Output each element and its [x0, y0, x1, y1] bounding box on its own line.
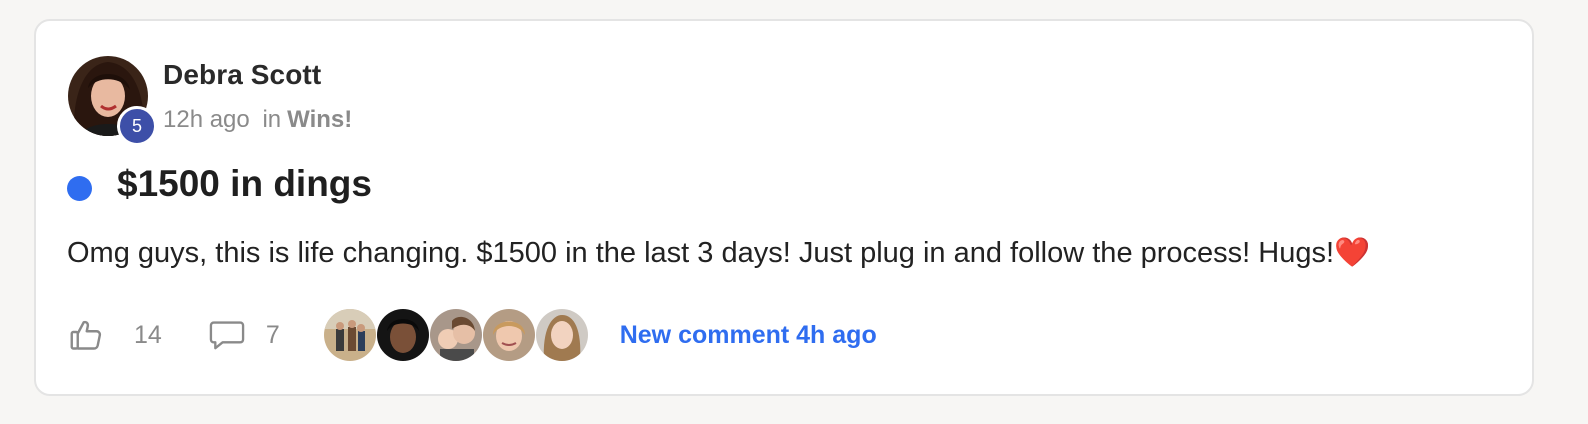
level-badge: 5: [117, 106, 157, 146]
unread-indicator: [67, 176, 92, 201]
like-button[interactable]: 14: [68, 317, 162, 353]
post-category-link[interactable]: Wins!: [287, 106, 352, 133]
commenter-avatar[interactable]: [482, 309, 535, 361]
commenter-avatar[interactable]: [323, 309, 376, 361]
thumbs-up-icon: [68, 317, 104, 353]
comment-bubble-icon: [208, 317, 246, 353]
author-name[interactable]: Debra Scott: [163, 59, 321, 91]
like-count: 14: [134, 320, 162, 349]
comments-button[interactable]: 7: [208, 317, 280, 353]
meta-in-word: in: [262, 106, 282, 133]
post-body: Omg guys, this is life changing. $1500 i…: [67, 237, 1371, 269]
author-avatar-wrap[interactable]: 5: [68, 56, 157, 146]
post-meta: 12h ago in Wins!: [163, 106, 352, 134]
new-comment-link[interactable]: New comment 4h ago: [620, 321, 877, 350]
post-time: 12h ago: [163, 106, 250, 133]
post-title[interactable]: $1500 in dings: [117, 163, 372, 205]
commenter-avatar[interactable]: [535, 309, 588, 361]
commenter-avatar[interactable]: [429, 309, 482, 361]
commenter-avatar[interactable]: [376, 309, 429, 361]
post-actions: 14 7 New comment 4h ago: [68, 309, 877, 361]
commenter-avatars[interactable]: [323, 309, 589, 361]
comment-count: 7: [265, 320, 280, 349]
post-card[interactable]: 5 Debra Scott 12h ago in Wins! $1500 in d…: [34, 19, 1534, 396]
